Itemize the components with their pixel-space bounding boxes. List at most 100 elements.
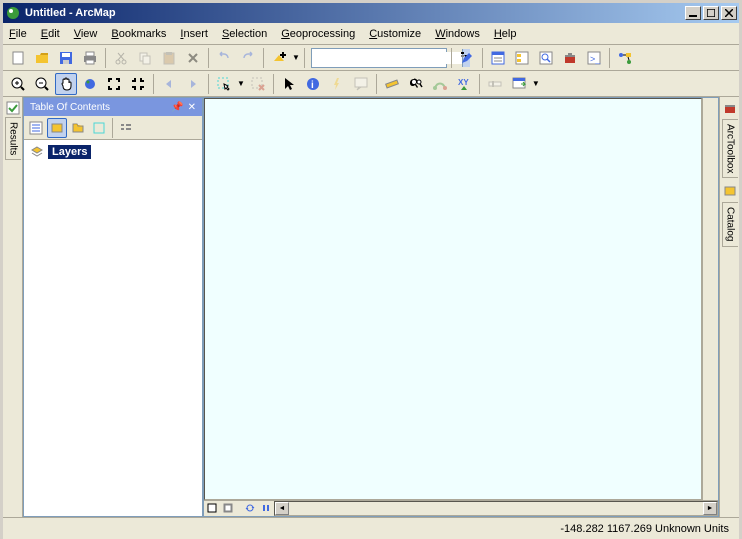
results-icon [6,101,20,115]
coord-y: 1167.269 [607,523,652,535]
find-button[interactable] [405,73,427,95]
measure-button[interactable] [381,73,403,95]
menu-edit[interactable]: Edit [41,28,60,40]
fixed-zoom-in-button[interactable] [103,73,125,95]
find-route-button[interactable] [429,73,451,95]
toc-header[interactable]: Table Of Contents 📌 ✕ [24,98,202,116]
main-area: Results Table Of Contents 📌 ✕ Layers [3,97,739,517]
maximize-button[interactable] [703,6,719,20]
menu-bookmarks[interactable]: Bookmarks [111,28,166,40]
catalog-tab[interactable]: Catalog [722,202,738,246]
horizontal-scrollbar[interactable]: ◄ ► [274,501,718,516]
menu-geoprocessing[interactable]: Geoprocessing [281,28,355,40]
search-window-button[interactable] [535,47,557,69]
next-extent-button[interactable] [182,73,204,95]
toc-list-drawing-button[interactable] [26,118,46,138]
catalog-window-button[interactable] [511,47,533,69]
coord-units: Unknown Units [655,523,729,535]
menu-file[interactable]: File [9,28,27,40]
tools-toolbar: ▼ i XY ▼ [3,71,739,97]
model-builder-button[interactable] [614,47,636,69]
menu-help[interactable]: Help [494,28,517,40]
copy-button[interactable] [134,47,156,69]
pan-button[interactable] [55,73,77,95]
svg-text:>_: >_ [590,54,601,64]
toc-list-selection-button[interactable] [89,118,109,138]
map-canvas[interactable] [204,98,702,500]
previous-extent-button[interactable] [158,73,180,95]
right-dock: ArcToolbox Catalog [719,97,739,517]
python-window-button[interactable]: >_ [583,47,605,69]
clear-selection-button[interactable] [247,73,269,95]
window-title: Untitled - ArcMap [25,7,685,19]
toc-list-source-button[interactable] [47,118,67,138]
goto-xy-button[interactable]: XY [453,73,475,95]
arctoolbox-window-button[interactable] [559,47,581,69]
refresh-button[interactable] [242,501,258,515]
toc-list-visibility-button[interactable] [68,118,88,138]
toc-tree[interactable]: Layers [24,140,202,516]
data-view-button[interactable] [204,501,220,515]
menubar: File Edit View Bookmarks Insert Selectio… [3,23,739,45]
scroll-left-arrow[interactable]: ◄ [275,502,289,515]
fixed-zoom-out-button[interactable] [127,73,149,95]
create-viewer-dropdown[interactable]: ▼ [532,79,540,88]
vertical-scrollbar[interactable] [702,98,718,500]
scale-combobox[interactable]: ▼ [311,48,447,68]
toc-window-button[interactable] [487,47,509,69]
arctoolbox-icon [723,101,737,115]
zoom-out-button[interactable] [31,73,53,95]
full-extent-button[interactable] [79,73,101,95]
menu-view[interactable]: View [74,28,98,40]
cut-button[interactable] [110,47,132,69]
new-button[interactable] [7,47,29,69]
identify-button[interactable]: i [302,73,324,95]
select-elements-button[interactable] [278,73,300,95]
results-tab[interactable]: Results [5,117,21,160]
select-features-dropdown[interactable]: ▼ [237,79,245,88]
toc-title: Table Of Contents [30,102,110,113]
close-button[interactable] [721,6,737,20]
redo-button[interactable] [237,47,259,69]
add-data-button[interactable] [268,47,290,69]
editor-toolbar-button[interactable] [456,47,478,69]
delete-button[interactable] [182,47,204,69]
hyperlink-button[interactable] [326,73,348,95]
svg-text:XY: XY [458,78,469,87]
layers-label: Layers [48,145,91,159]
svg-text:i: i [311,80,314,91]
time-slider-button[interactable] [484,73,506,95]
open-button[interactable] [31,47,53,69]
pause-button[interactable] [258,501,274,515]
paste-button[interactable] [158,47,180,69]
menu-customize[interactable]: Customize [369,28,421,40]
add-data-dropdown[interactable]: ▼ [292,53,300,62]
standard-toolbar: ▼ ▼ >_ [3,45,739,71]
menu-windows[interactable]: Windows [435,28,480,40]
print-button[interactable] [79,47,101,69]
catalog-icon [723,184,737,198]
titlebar[interactable]: Untitled - ArcMap [3,3,739,23]
left-dock: Results [3,97,23,517]
html-popup-button[interactable] [350,73,372,95]
scale-input[interactable] [312,52,462,64]
undo-button[interactable] [213,47,235,69]
layout-view-button[interactable] [220,501,236,515]
minimize-button[interactable] [685,6,701,20]
toc-close-icon[interactable]: ✕ [188,102,196,113]
zoom-in-button[interactable] [7,73,29,95]
layers-icon [30,145,44,159]
toc-pin-icon[interactable]: 📌 [171,102,183,113]
layers-node[interactable]: Layers [28,144,198,160]
scroll-right-arrow[interactable]: ► [703,502,717,515]
coord-x: -148.282 [560,523,603,535]
menu-insert[interactable]: Insert [180,28,208,40]
toc-options-button[interactable] [116,118,136,138]
menu-selection[interactable]: Selection [222,28,267,40]
toc-toolbar [24,116,202,140]
table-of-contents-panel: Table Of Contents 📌 ✕ Layers [23,97,203,517]
select-features-button[interactable] [213,73,235,95]
save-button[interactable] [55,47,77,69]
create-viewer-button[interactable] [508,73,530,95]
arctoolbox-tab[interactable]: ArcToolbox [722,119,738,178]
